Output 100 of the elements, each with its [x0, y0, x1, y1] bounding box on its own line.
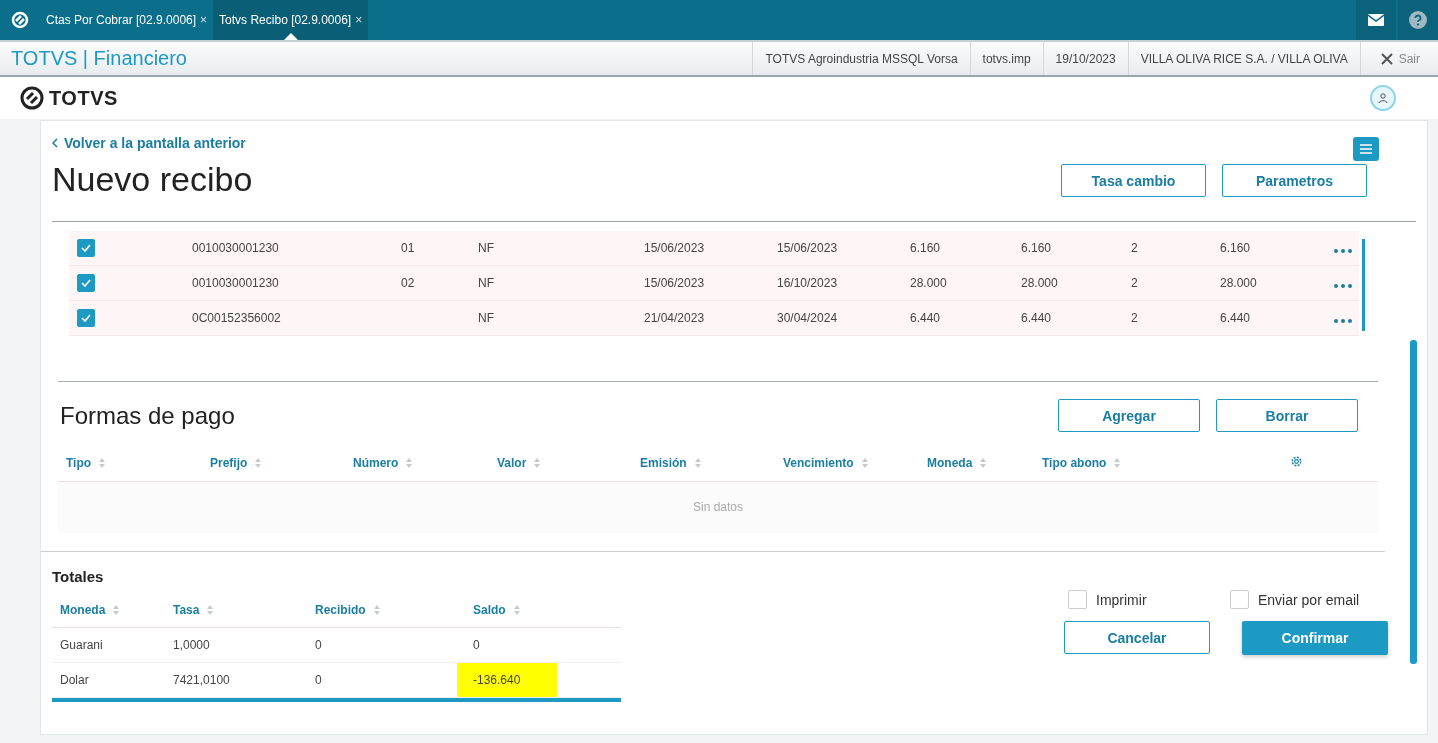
- chevron-left-icon[interactable]: [52, 138, 58, 148]
- table-cell: NF: [478, 241, 494, 255]
- table-cell: 16/10/2023: [777, 276, 838, 290]
- close-icon[interactable]: [1380, 52, 1393, 65]
- table-cell: 6.440: [910, 311, 941, 325]
- sort-icon[interactable]: [861, 458, 868, 468]
- payment-button[interactable]: Borrar: [1216, 399, 1358, 432]
- table-cell: 28.000: [910, 276, 947, 290]
- sort-icon[interactable]: [534, 458, 541, 468]
- section-title: Formas de pago: [60, 401, 236, 430]
- page-title: Nuevo recibo: [52, 160, 254, 199]
- sort-icon[interactable]: [255, 458, 262, 468]
- table-cell: 0: [315, 638, 322, 652]
- header-button[interactable]: Tasa cambio: [1061, 164, 1206, 197]
- option-checkbox[interactable]: [1068, 590, 1087, 609]
- empty-message: Sin datos: [692, 500, 743, 514]
- sort-icon[interactable]: [980, 458, 987, 468]
- sort-icon[interactable]: [513, 605, 520, 615]
- checkbox-label: Imprimir: [1096, 591, 1147, 608]
- row-checkbox[interactable]: [77, 309, 95, 327]
- brand-name: TOTVS: [49, 86, 118, 110]
- module-tab[interactable]: Totvs Recibo [02.9.0006] ×: [213, 0, 369, 40]
- table-cell: 15/06/2023: [777, 241, 838, 255]
- sort-icon[interactable]: [694, 458, 701, 468]
- mail-icon[interactable]: [1368, 14, 1384, 26]
- table-cell: 30/04/2024: [777, 311, 838, 325]
- payment-button[interactable]: Agregar: [1058, 399, 1200, 432]
- sort-icon[interactable]: [373, 605, 380, 615]
- table-cell: 2: [1131, 311, 1138, 325]
- table-cell: 6.160: [910, 241, 941, 255]
- checkbox-label: Enviar por email: [1258, 591, 1360, 608]
- session-info: TOTVS Agroindustria MSSQL Vorsa: [752, 42, 970, 75]
- column-header[interactable]: Recibido: [315, 603, 366, 617]
- column-header[interactable]: Valor: [497, 456, 527, 470]
- menu-icon[interactable]: [1360, 144, 1372, 154]
- table-cell: Dolar: [60, 673, 89, 687]
- table-cell: 28.000: [1220, 276, 1257, 290]
- back-link[interactable]: Volver a la pantalla anterior: [52, 135, 1061, 151]
- table-cell: 0C00152356002: [192, 311, 281, 325]
- option-checkbox[interactable]: [1230, 590, 1249, 609]
- help-icon[interactable]: [1409, 11, 1427, 29]
- highlighted-cell: -136.640: [457, 663, 557, 697]
- column-header[interactable]: Tipo abono: [1042, 456, 1107, 470]
- table-cell: 2: [1131, 276, 1138, 290]
- exit-button[interactable]: Sair: [1359, 42, 1438, 75]
- column-header[interactable]: Vencimiento: [783, 456, 854, 470]
- column-header[interactable]: Prefijo: [210, 456, 248, 470]
- column-header[interactable]: Número: [353, 456, 399, 470]
- table-cell: 01: [401, 241, 415, 255]
- table-cell: 1,0000: [173, 638, 210, 652]
- table-cell: NF: [478, 276, 494, 290]
- table-cell: 0: [473, 638, 480, 652]
- scrollbar[interactable]: [1362, 239, 1365, 331]
- header-button[interactable]: Parametros: [1222, 164, 1367, 197]
- row-checkbox[interactable]: [77, 274, 95, 292]
- module-tab[interactable]: Ctas Por Cobrar [02.9.0006] ×: [40, 0, 214, 40]
- check-icon[interactable]: [81, 244, 91, 252]
- column-header[interactable]: Tipo: [66, 456, 92, 470]
- check-icon[interactable]: [81, 314, 91, 322]
- home-logo-icon[interactable]: [11, 11, 29, 29]
- sort-icon[interactable]: [1114, 458, 1121, 468]
- table-cell: 2: [1131, 241, 1138, 255]
- sort-icon[interactable]: [113, 605, 120, 615]
- table-cell: 6.160: [1220, 241, 1251, 255]
- table-cell: 7421,0100: [173, 673, 230, 687]
- settings-icon[interactable]: [1290, 455, 1303, 468]
- table-cell: 15/06/2023: [644, 276, 705, 290]
- section-title: Totales: [52, 568, 105, 585]
- table-cell: 15/06/2023: [644, 241, 705, 255]
- column-header[interactable]: Moneda: [927, 456, 973, 470]
- table-cell: 6.160: [1021, 241, 1052, 255]
- sort-icon[interactable]: [406, 458, 413, 468]
- user-avatar[interactable]: [1370, 85, 1396, 111]
- app-title: TOTVS | Financiero: [10, 47, 188, 70]
- table-cell: 6.440: [1021, 311, 1052, 325]
- session-info: VILLA OLIVA RICE S.A. / VILLA OLIVA: [1127, 42, 1360, 75]
- session-info: totvs.imp: [969, 42, 1043, 75]
- confirm-button[interactable]: Confirmar: [1242, 621, 1388, 655]
- table-cell: 0010030001230: [192, 241, 279, 255]
- table-cell: Guarani: [60, 638, 103, 652]
- session-info: 19/10/2023: [1042, 42, 1128, 75]
- table-cell: 28.000: [1021, 276, 1058, 290]
- sort-icon[interactable]: [99, 458, 106, 468]
- table-cell: 21/04/2023: [644, 311, 705, 325]
- column-header[interactable]: Saldo: [473, 603, 506, 617]
- row-checkbox[interactable]: [77, 239, 95, 257]
- menu-button[interactable]: [1353, 137, 1379, 161]
- sort-icon[interactable]: [207, 605, 214, 615]
- table-cell: 02: [401, 276, 415, 290]
- column-header[interactable]: Moneda: [60, 603, 106, 617]
- cancel-button[interactable]: Cancelar: [1064, 621, 1210, 654]
- scrollbar[interactable]: [1410, 340, 1417, 664]
- logo-icon: [20, 86, 44, 110]
- table-cell: NF: [478, 311, 494, 325]
- column-header[interactable]: Tasa: [173, 603, 200, 617]
- table-cell: 0: [315, 673, 322, 687]
- table-cell: 0010030001230: [192, 276, 279, 290]
- table-cell: 6.440: [1220, 311, 1251, 325]
- column-header[interactable]: Emisión: [640, 456, 687, 470]
- check-icon[interactable]: [81, 279, 91, 287]
